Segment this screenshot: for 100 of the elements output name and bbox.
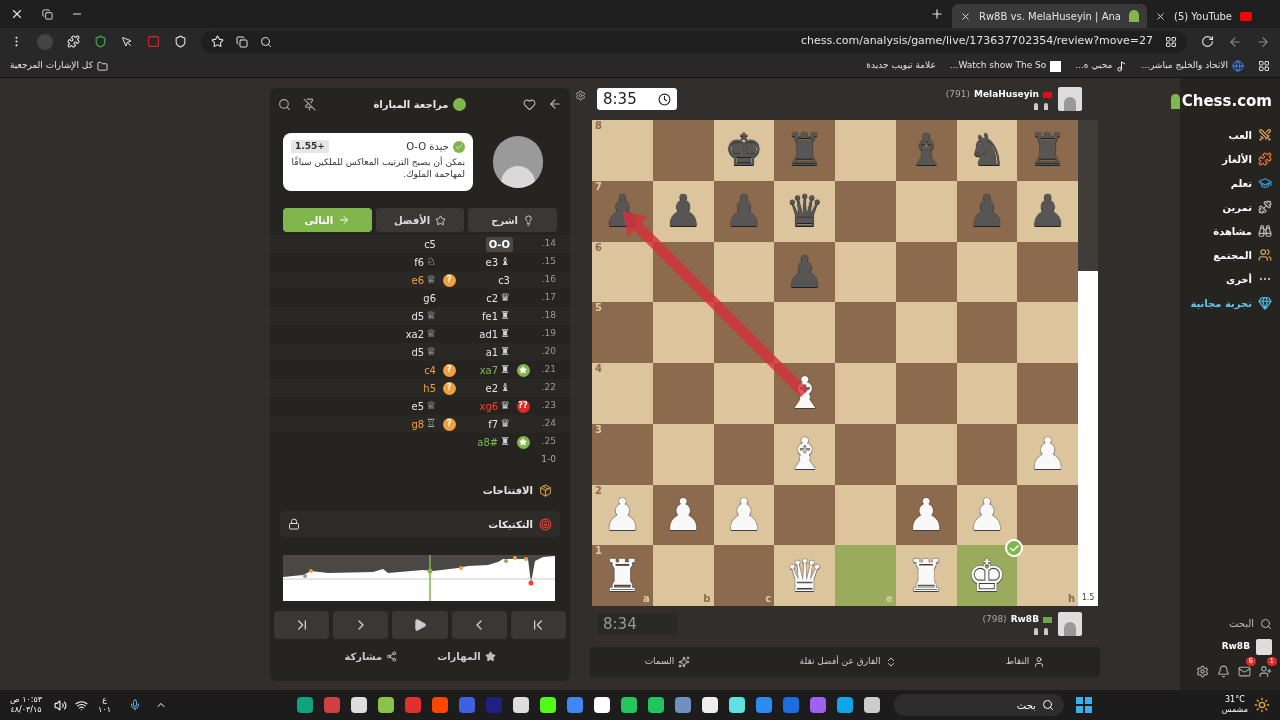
board-square[interactable] (1017, 241, 1078, 303)
bookmark-star-icon[interactable] (211, 35, 224, 48)
chess-piece[interactable]: ♟ (1027, 189, 1068, 234)
address-bar[interactable]: chess.com/analysis/game/live/173637702354/review?move=27 (201, 30, 1187, 53)
pointer-icon[interactable] (121, 35, 133, 48)
board-square[interactable]: ♚ (713, 120, 775, 181)
taskbar-app-icon[interactable] (647, 697, 664, 713)
board-square[interactable] (713, 363, 775, 424)
footer-link[interactable]: المهارات (437, 649, 496, 664)
taskbar-search-field[interactable]: بحث (893, 694, 1064, 716)
board-square[interactable]: 5 (592, 302, 653, 363)
action-button[interactable]: اشرح (468, 208, 557, 232)
board-square[interactable]: 6 (592, 241, 653, 303)
taskbar-app-icon[interactable] (512, 697, 529, 713)
bookmark-item[interactable]: علامة تبويب جديدة (866, 59, 936, 73)
play-button[interactable] (392, 611, 448, 639)
action-button[interactable]: الأفضل (375, 208, 465, 232)
move-notation[interactable]: d5 ♕ (408, 343, 439, 361)
sun-icon[interactable] (1254, 697, 1270, 713)
nav-item[interactable]: تعلم (1230, 174, 1272, 192)
move-notation[interactable]: c2 ♛ (483, 289, 513, 307)
close-icon[interactable] (10, 7, 24, 21)
profile-link[interactable]: Rw8B (1221, 639, 1272, 655)
board-square[interactable] (774, 484, 835, 546)
taskbar-app-icon[interactable] (350, 697, 367, 713)
board-square[interactable]: ♟ (652, 180, 714, 242)
board-square[interactable]: b (652, 545, 714, 606)
chess-piece[interactable]: ♚ (967, 553, 1007, 598)
copy-icon[interactable] (236, 35, 248, 48)
chess-piece[interactable]: ♝ (784, 371, 825, 416)
board-square[interactable]: ♞ (956, 120, 1018, 181)
search-icon[interactable] (260, 35, 272, 48)
section-row[interactable]: الافتتاحات (280, 477, 560, 503)
close-icon[interactable] (1155, 10, 1166, 22)
notifications-icon[interactable] (1217, 665, 1230, 678)
nav-item[interactable]: الألغاز (1222, 150, 1272, 168)
chess-piece[interactable]: ♟ (663, 189, 703, 234)
forward-icon[interactable] (1256, 34, 1270, 49)
bookmark-item[interactable]: Watch show The So... (949, 59, 1062, 73)
move-notation[interactable]: e2 ♝ (482, 379, 513, 397)
settings-icon[interactable] (574, 90, 586, 101)
board-square[interactable] (956, 423, 1018, 485)
move-notation[interactable]: a8# ♜ (474, 433, 513, 451)
favorite-icon[interactable] (523, 97, 536, 111)
square-icon[interactable] (147, 35, 160, 48)
section-row[interactable]: التكتيكات (280, 511, 560, 537)
board-square[interactable] (1017, 484, 1078, 546)
reload-icon[interactable] (1201, 35, 1214, 48)
move-notation[interactable]: ad1 ♜ (476, 325, 513, 343)
nav-item[interactable]: تجربة مجانية (1190, 294, 1272, 312)
move-notation[interactable]: f7 ♛ (485, 415, 513, 433)
board-square[interactable] (713, 423, 775, 485)
browser-tab[interactable]: (5) YouTube (1147, 4, 1260, 28)
stats-tab[interactable]: النقاط (1005, 655, 1046, 669)
volume-icon[interactable] (54, 698, 68, 712)
taskbar-app-icon[interactable] (593, 697, 610, 713)
chess-piece[interactable]: ♚ (724, 128, 764, 173)
network-icon[interactable] (75, 698, 89, 712)
apps-icon[interactable] (1258, 60, 1270, 72)
bookmark-item[interactable]: الاتحاد والخليج مباشر... (1141, 59, 1244, 73)
chess-piece[interactable]: ♛ (784, 189, 825, 234)
taskbar-app-icon[interactable] (728, 697, 745, 713)
extensions-icon[interactable] (67, 35, 80, 48)
board-square[interactable] (956, 363, 1018, 424)
site-settings-icon[interactable] (1165, 35, 1177, 48)
bookmark-item[interactable]: محبي ه... (1075, 59, 1128, 73)
microphone-icon[interactable] (129, 699, 141, 711)
back-icon[interactable] (1228, 34, 1242, 49)
all-bookmarks-link[interactable]: كل الإشارات المرجعية (10, 59, 108, 73)
taskbar-app-icon[interactable] (539, 697, 556, 713)
nav-item[interactable]: العب (1228, 126, 1272, 144)
taskbar-app-icon[interactable] (620, 697, 637, 713)
stats-tab[interactable]: السمات (644, 655, 691, 669)
browser-tab[interactable]: Rw8B vs. MelaHuseyin | Ana (952, 4, 1147, 28)
stats-tab[interactable]: الفارق عن أفضل نقلة (799, 655, 897, 669)
nav-item[interactable]: المجتمع (1213, 246, 1272, 264)
move-notation[interactable]: c4 (421, 362, 439, 378)
next-button[interactable]: التالى (283, 208, 372, 232)
board-square[interactable]: 3 (592, 423, 653, 485)
move-notation[interactable]: g8 ♖ (408, 415, 439, 433)
board-square[interactable] (652, 423, 714, 485)
board-square[interactable]: h (1017, 545, 1078, 606)
pin-off-icon[interactable] (303, 97, 316, 111)
board-square[interactable]: 8 (592, 120, 653, 181)
taskbar-app-icon[interactable] (836, 697, 853, 713)
board-square[interactable]: ♟ (652, 484, 714, 546)
move-notation[interactable]: e3 ♝ (482, 253, 513, 271)
move-notation[interactable]: e6 ♕ (408, 271, 439, 289)
move-notation[interactable]: e5 ♕ (408, 397, 439, 415)
shield-icon[interactable] (94, 35, 107, 48)
taskbar-app-icon[interactable] (701, 697, 718, 713)
move-notation[interactable]: xa7 ♜ (476, 361, 513, 379)
friends-icon[interactable] (1259, 665, 1272, 678)
board-square[interactable] (713, 241, 775, 303)
move-notation[interactable]: h5 (420, 380, 439, 396)
chess-piece[interactable]: ♟ (663, 492, 703, 537)
restore-icon[interactable] (42, 8, 53, 20)
messages-icon[interactable] (1238, 665, 1251, 678)
nav-item[interactable]: مشاهدة (1213, 222, 1272, 240)
move-notation[interactable]: xa2 ♕ (402, 325, 439, 343)
